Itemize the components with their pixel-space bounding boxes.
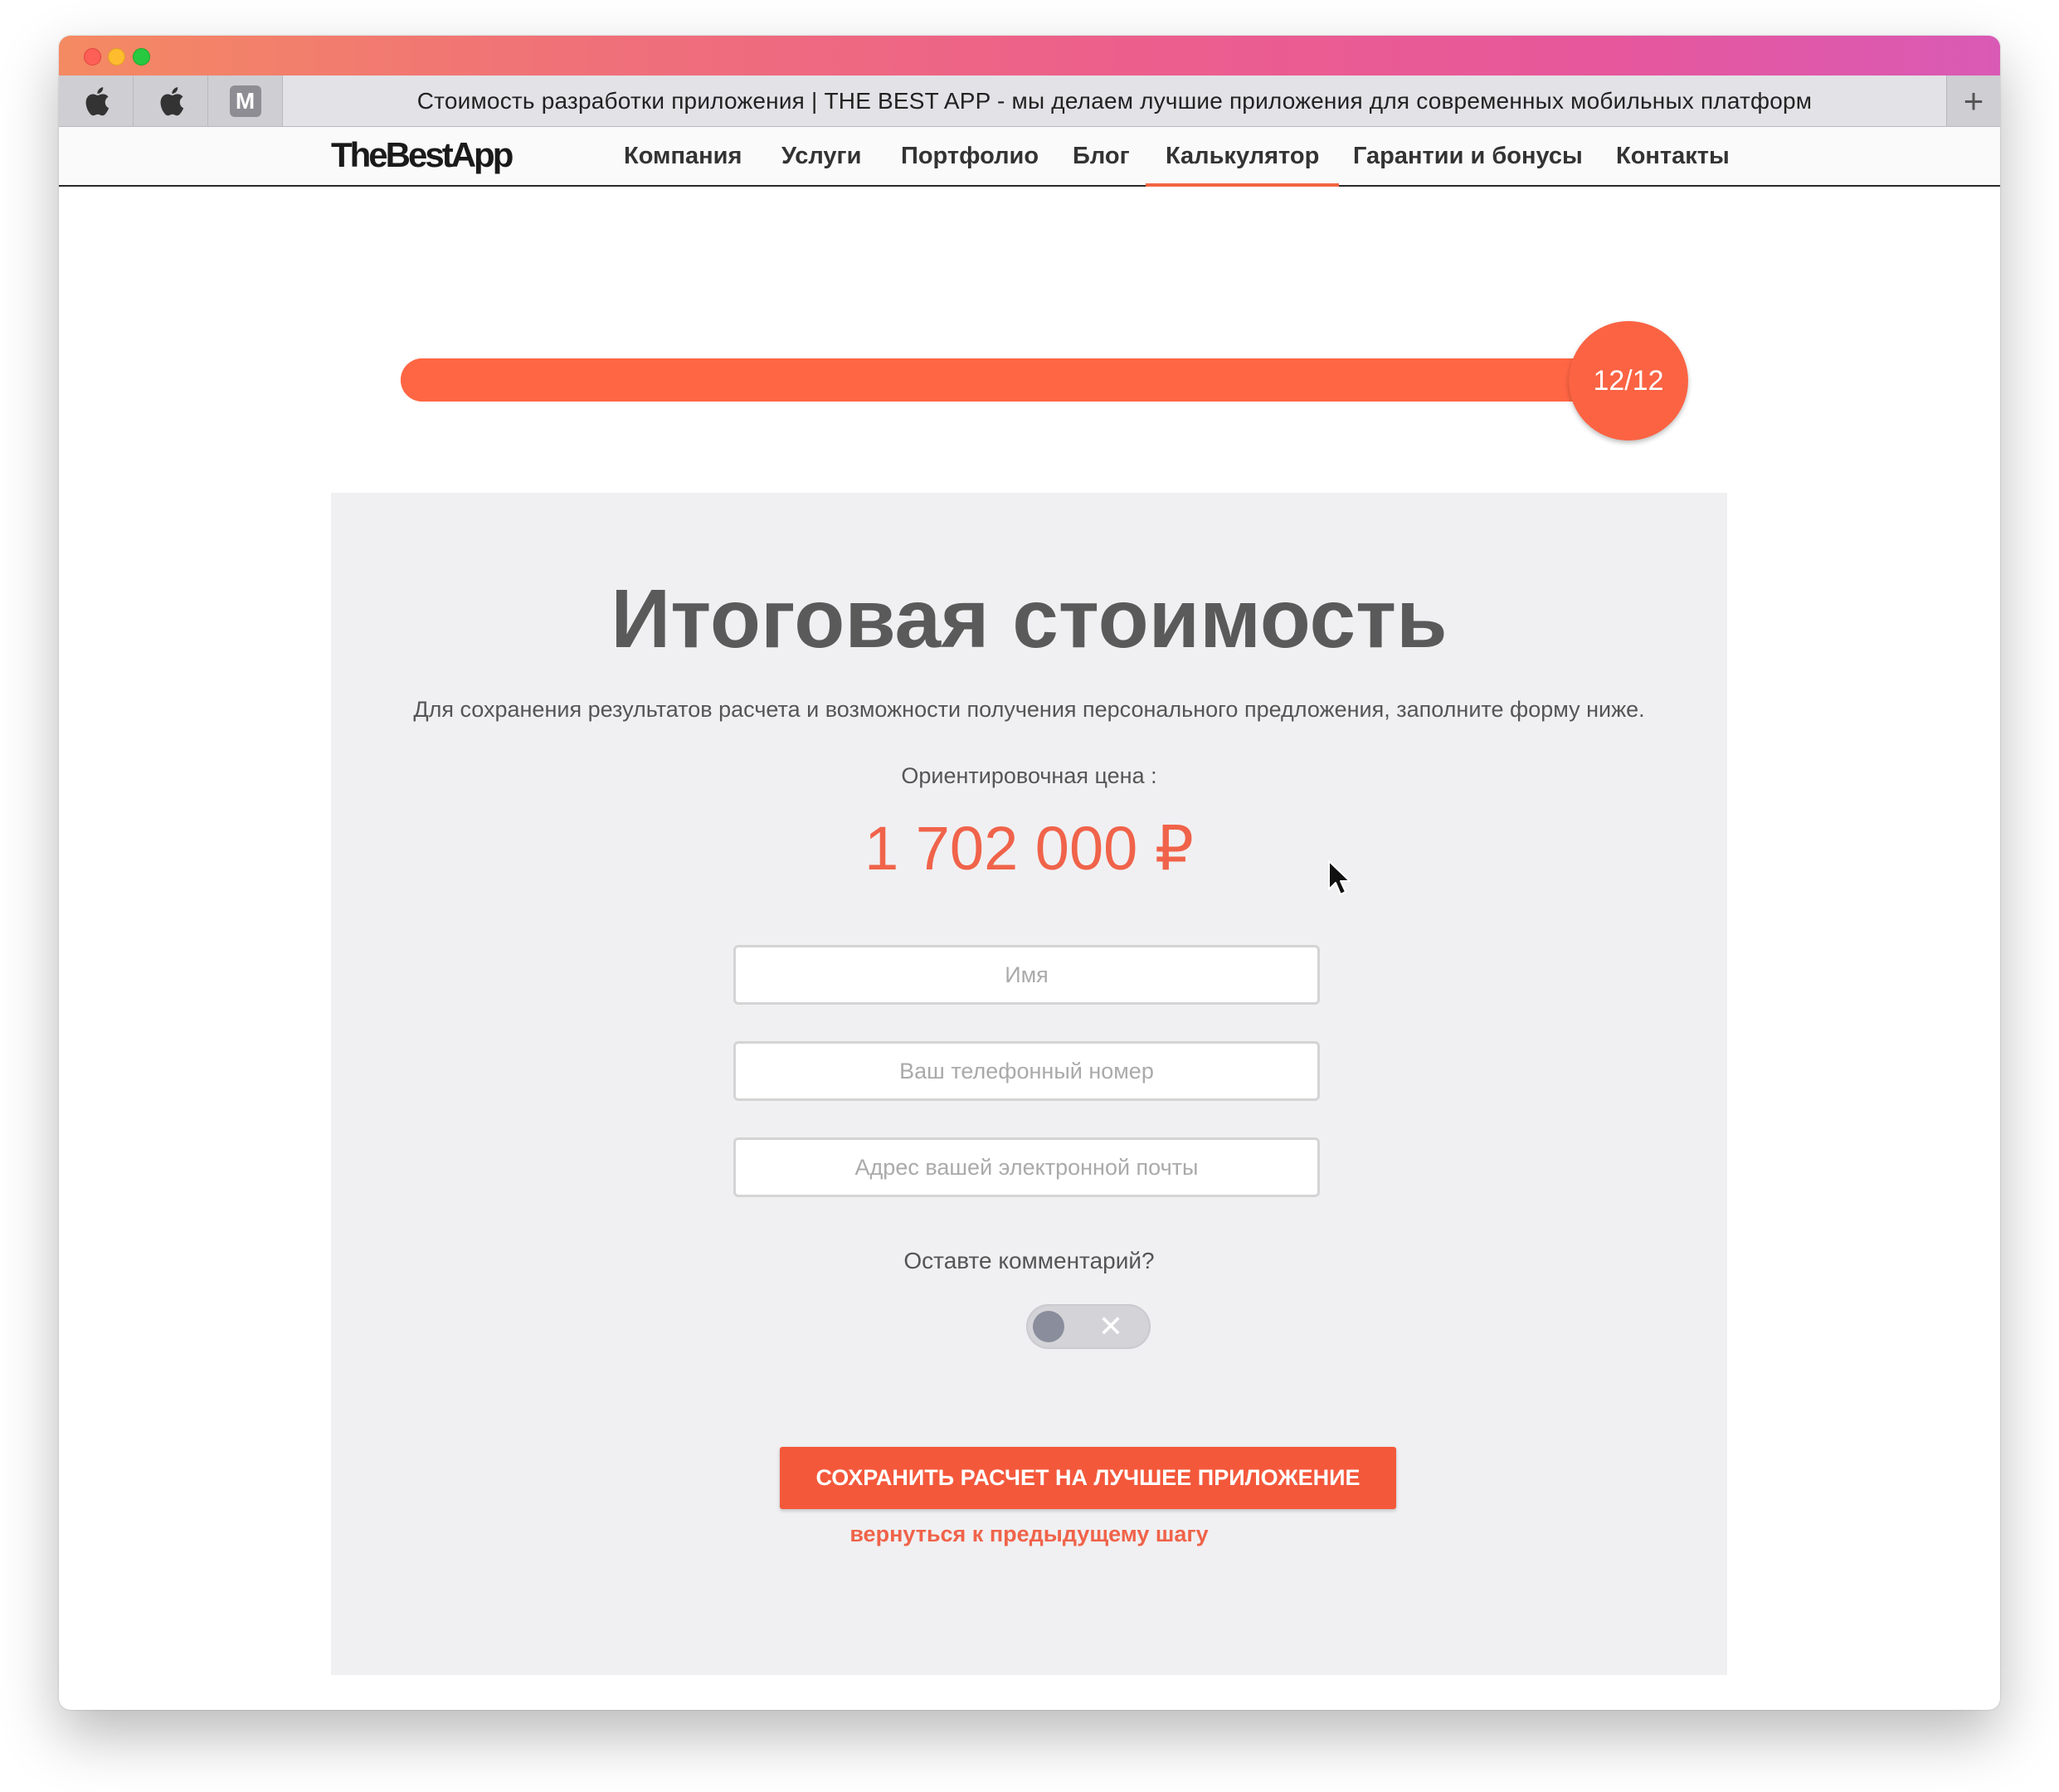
nav-item-portfolio[interactable]: Портфолио [901,127,1039,185]
nav-item-services[interactable]: Услуги [781,127,861,185]
pinned-tab-apple-1[interactable] [59,75,134,126]
nav-item-blog[interactable]: Блог [1073,127,1130,185]
progress-bar [401,358,1687,402]
progress-bar-fill [401,358,1687,402]
estimated-price: 1 702 000 ₽ [864,814,1194,883]
window-titlebar [59,36,2000,75]
pinned-tab-m[interactable]: M [208,75,283,126]
mouse-cursor-icon [1328,860,1351,895]
active-tab-title: Стоимость разработки приложения | THE BE… [416,87,1813,114]
apple-logo-icon [85,86,109,115]
result-description: Для сохранения результатов расчета и воз… [413,697,1645,722]
maximize-window-button[interactable] [133,48,150,66]
nav-item-guarantees[interactable]: Гарантии и бонусы [1353,127,1583,185]
close-window-button[interactable] [84,48,101,66]
active-tab[interactable]: Стоимость разработки приложения | THE BE… [283,75,1946,126]
nav-item-contacts[interactable]: Контакты [1616,127,1730,185]
phone-input[interactable] [733,1041,1320,1101]
new-tab-button[interactable]: + [1946,75,2000,126]
progress-step-badge: 12/12 [1569,321,1688,441]
close-x-icon: ✕ [1098,1309,1124,1343]
name-input[interactable] [733,945,1320,1005]
minimize-window-button[interactable] [108,48,125,66]
comment-question-label: Оставте комментарий? [903,1248,1155,1273]
result-title: Итоговая стоимость [611,572,1448,665]
nav-item-calculator[interactable]: Калькулятор [1145,127,1340,187]
apple-logo-icon [160,86,183,115]
toggle-knob [1033,1311,1064,1342]
nav-item-company[interactable]: Компания [624,127,742,185]
main-menu: Компания Услуги Портфолио Блог Калькулят… [59,127,2000,187]
price-label: Ориентировочная цена : [901,763,1157,788]
plus-icon: + [1963,80,1984,120]
tab-bar: M Стоимость разработки приложения | THE … [59,75,2000,127]
comment-toggle[interactable]: ✕ [1026,1304,1151,1349]
back-to-previous-step-link[interactable]: вернуться к предыдущему шагу [331,1522,1727,1547]
pinned-tab-apple-2[interactable] [134,75,208,126]
m-letter-icon: M [229,85,261,117]
save-calculation-button[interactable]: СОХРАНИТЬ РАСЧЕТ НА ЛУЧШЕЕ ПРИЛОЖЕНИЕ [780,1447,1396,1509]
site-navigation: TheBestApp Компания Услуги Портфолио Бло… [59,127,2000,187]
browser-window: M Стоимость разработки приложения | THE … [59,36,2000,1710]
result-card: Итоговая стоимость Для сохранения резуль… [331,493,1727,1675]
email-input[interactable] [733,1137,1320,1197]
